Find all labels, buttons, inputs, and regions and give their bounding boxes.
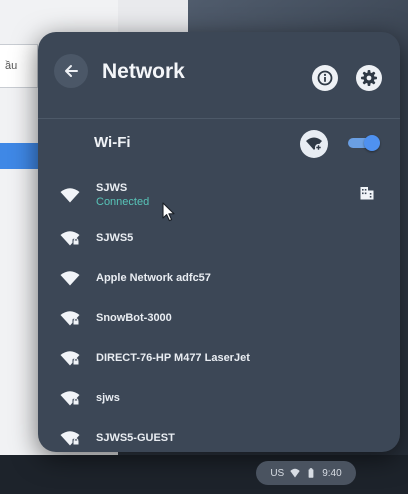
wifi-full-icon — [60, 188, 80, 203]
network-item-sjws-lower[interactable]: sjws — [38, 378, 400, 418]
wifi-label: Wi-Fi — [94, 134, 131, 151]
network-name: SnowBot-3000 — [96, 312, 172, 324]
panel-header: Network — [38, 32, 400, 116]
header-divider — [38, 118, 400, 119]
network-text: Apple Network adfc57 — [96, 272, 211, 284]
network-name: DIRECT-76-HP M477 LaserJet — [96, 352, 250, 364]
network-text: SJWS5 — [96, 232, 133, 244]
info-icon — [317, 70, 333, 86]
locale-indicator: US — [270, 467, 285, 479]
network-panel: Network Wi-Fi SJWS Connected SJWS5 Apple… — [38, 32, 400, 452]
wifi-secure-icon — [60, 431, 80, 446]
gear-icon — [361, 70, 377, 86]
clock: 9:40 — [322, 467, 342, 479]
back-button[interactable] — [54, 54, 88, 88]
network-name: SJWS5 — [96, 232, 134, 244]
network-item-snowbot[interactable]: SnowBot-3000 — [38, 298, 400, 338]
join-network-button[interactable] — [300, 130, 328, 158]
status-tray[interactable]: US 9:40 — [256, 461, 356, 485]
network-text: sjws — [96, 392, 120, 404]
mouse-cursor-icon — [162, 202, 175, 222]
background-text-field: ầu — [0, 44, 38, 88]
network-list: SJWS Connected SJWS5 Apple Network adfc5… — [38, 172, 400, 452]
network-item-sjws5-guest[interactable]: SJWS5-GUEST — [38, 418, 400, 452]
background-blue-bar — [0, 143, 38, 169]
wifi-row: Wi-Fi — [38, 122, 400, 166]
info-button[interactable] — [312, 65, 338, 91]
enterprise-icon — [360, 187, 374, 200]
wifi-add-icon — [306, 137, 323, 152]
wifi-secure-icon — [60, 391, 80, 406]
wifi-full-icon — [60, 271, 80, 286]
network-item-apple-network[interactable]: Apple Network adfc57 — [38, 258, 400, 298]
wifi-secure-icon — [60, 231, 80, 246]
network-item-sjws5[interactable]: SJWS5 — [38, 218, 400, 258]
panel-title: Network — [102, 60, 185, 83]
settings-button[interactable] — [356, 65, 382, 91]
arrow-left-icon — [65, 65, 78, 77]
network-text: DIRECT-76-HP M477 LaserJet — [96, 352, 250, 364]
wifi-secure-icon — [60, 311, 80, 326]
network-item-hp-laserjet[interactable]: DIRECT-76-HP M477 LaserJet — [38, 338, 400, 378]
network-text: SJWS5-GUEST — [96, 432, 175, 444]
network-status: Connected — [96, 196, 150, 208]
network-text: SJWS Connected — [96, 182, 149, 208]
wifi-toggle-knob — [364, 135, 380, 151]
network-name: SJWS5-GUEST — [96, 432, 175, 444]
battery-icon — [308, 468, 314, 478]
network-item-sjws[interactable]: SJWS Connected — [38, 172, 400, 218]
network-text: SnowBot-3000 — [96, 312, 172, 324]
wifi-status-icon — [290, 468, 300, 478]
network-name: sjws — [96, 392, 120, 404]
network-name: SJWS — [96, 182, 128, 194]
wifi-toggle[interactable] — [348, 135, 380, 151]
network-name: Apple Network adfc57 — [96, 272, 211, 284]
wifi-secure-icon — [60, 351, 80, 366]
